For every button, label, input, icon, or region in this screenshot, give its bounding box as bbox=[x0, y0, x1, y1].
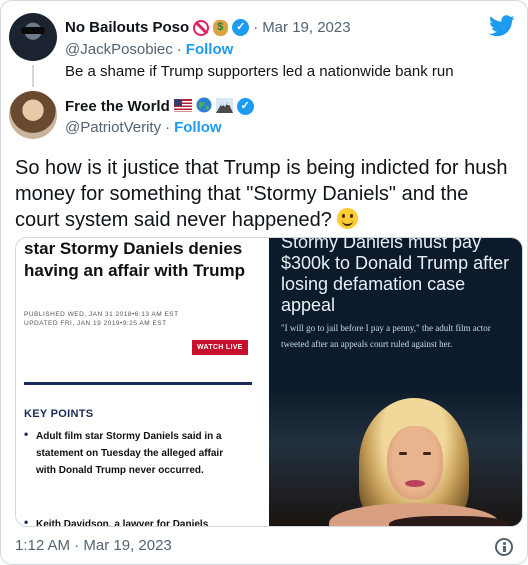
tweet-timestamp[interactable]: 1:12 AM · Mar 19, 2023 bbox=[15, 537, 172, 554]
money-bag-icon bbox=[213, 19, 229, 36]
article-headline-right: Stormy Daniels must pay $300k to Donald … bbox=[281, 238, 510, 315]
tweet-card: No Bailouts Poso ✓ · Mar 19, 2023 @JackP… bbox=[0, 0, 528, 565]
article-dates: PUBLISHED WED, JAN 31 2018•6:13 AM EST U… bbox=[24, 310, 179, 328]
main-handle[interactable]: @PatriotVerity bbox=[65, 119, 161, 136]
no-entry-icon bbox=[193, 19, 210, 36]
quoted-handle[interactable]: @JackPosobiec bbox=[65, 41, 173, 58]
article-published: PUBLISHED WED, JAN 31 2018•6:13 AM EST bbox=[24, 311, 179, 318]
avatar-jackposobiec[interactable] bbox=[9, 13, 57, 61]
divider bbox=[24, 382, 252, 385]
tweet-media[interactable]: star Stormy Daniels denies having an aff… bbox=[15, 237, 523, 527]
quoted-tweet-text: Be a shame if Trump supporters led a nat… bbox=[65, 63, 454, 80]
key-point-text: Keith Davidson, a lawyer for Daniels bbox=[36, 519, 209, 526]
separator-dot: · bbox=[176, 41, 182, 58]
media-image-right[interactable]: Stormy Daniels must pay $300k to Donald … bbox=[267, 238, 522, 526]
mountain-icon bbox=[215, 97, 233, 115]
article-quote: "I will go to jail before I pay a penny,… bbox=[281, 323, 491, 349]
quoted-tweet-date[interactable]: Mar 19, 2023 bbox=[262, 19, 350, 36]
watch-live-badge: WATCH LIVE bbox=[192, 340, 248, 355]
key-points-heading: KEY POINTS bbox=[24, 408, 94, 420]
bullet-icon: • bbox=[24, 427, 29, 441]
verified-badge-icon: ✓ bbox=[236, 97, 254, 115]
main-tweet-text-content: So how is it justice that Trump is being… bbox=[15, 157, 508, 231]
globe-icon bbox=[196, 97, 212, 115]
bullet-icon: • bbox=[24, 515, 29, 526]
thread-connector-line bbox=[32, 65, 34, 87]
portrait-photo bbox=[269, 388, 522, 526]
quoted-handle-row: @JackPosobiec · Follow bbox=[65, 41, 233, 58]
main-tweet-text: So how is it justice that Trump is being… bbox=[15, 155, 515, 233]
main-author-name[interactable]: Free the World bbox=[65, 98, 170, 115]
verified-badge-icon: ✓ bbox=[232, 19, 250, 36]
avatar-patriotverity[interactable] bbox=[9, 91, 57, 139]
twitter-bird-icon[interactable] bbox=[489, 15, 515, 37]
article-headline-left: star Stormy Daniels denies having an aff… bbox=[24, 239, 246, 280]
key-point-item: • Adult film star Stormy Daniels said in… bbox=[24, 427, 234, 479]
quoted-tweet-header: No Bailouts Poso ✓ · Mar 19, 2023 bbox=[65, 19, 351, 36]
key-point-text: Adult film star Stormy Daniels said in a… bbox=[36, 431, 224, 476]
media-image-left[interactable]: star Stormy Daniels denies having an aff… bbox=[16, 238, 267, 526]
smile-emoji-icon bbox=[337, 208, 359, 229]
quoted-author-name[interactable]: No Bailouts Poso bbox=[65, 19, 189, 36]
info-icon[interactable] bbox=[495, 538, 513, 556]
main-tweet-header: Free the World ✓ bbox=[65, 97, 254, 115]
follow-button-jackposobiec[interactable]: Follow bbox=[186, 41, 234, 58]
key-point-item: • Keith Davidson, a lawyer for Daniels bbox=[24, 515, 234, 526]
follow-button-patriotverity[interactable]: Follow bbox=[174, 119, 222, 136]
article-updated: UPDATED FRI, JAN 19 2019•9:25 AM EST bbox=[24, 320, 167, 327]
separator-dot: · bbox=[253, 19, 259, 36]
separator-dot: · bbox=[165, 119, 171, 136]
main-handle-row: @PatriotVerity · Follow bbox=[65, 119, 222, 136]
us-flag-icon bbox=[173, 98, 192, 114]
